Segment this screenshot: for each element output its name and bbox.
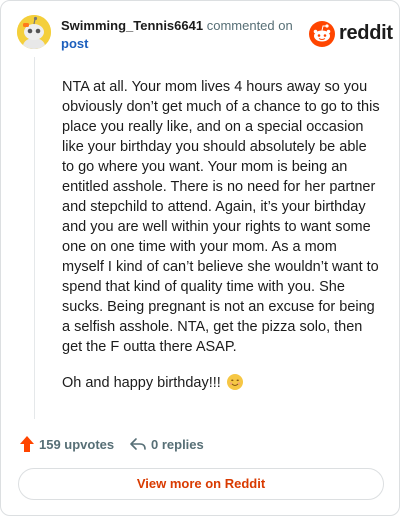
upvote-count: 159 upvotes xyxy=(39,436,115,452)
reddit-logo-icon xyxy=(309,21,335,47)
upvote-arrow-icon xyxy=(20,436,34,452)
reply-arrow-icon xyxy=(130,438,146,450)
avatar[interactable] xyxy=(17,15,51,49)
post-link[interactable]: post xyxy=(61,35,311,53)
reply-count: 0 replies xyxy=(151,436,204,452)
comment-embed-card: Swimming_Tennis6641 commented on post re… xyxy=(0,0,400,516)
reply-button[interactable]: 0 replies xyxy=(129,433,204,455)
commented-on-text: commented on xyxy=(206,18,293,33)
comment-paragraph: NTA at all. Your mom lives 4 hours away … xyxy=(62,79,380,355)
comment-body: NTA at all. Your mom lives 4 hours away … xyxy=(62,77,382,409)
thread-line xyxy=(34,57,35,419)
view-more-button[interactable]: View more on Reddit xyxy=(18,468,384,500)
reddit-logo[interactable]: reddit xyxy=(309,21,393,47)
comment-footer: 159 upvotes 0 replies xyxy=(19,433,379,455)
comment-paragraph-text: Oh and happy birthday!!! xyxy=(62,375,221,391)
avatar-snoo-icon xyxy=(17,15,51,49)
upvote-button[interactable]: 159 upvotes xyxy=(19,433,114,455)
comment-paragraph-last: Oh and happy birthday!!! xyxy=(62,373,382,393)
reddit-wordmark: reddit xyxy=(339,22,393,44)
comment-header: Swimming_Tennis6641 commented on post re… xyxy=(17,15,393,55)
username-link[interactable]: Swimming_Tennis6641 xyxy=(61,18,203,33)
comment-meta: Swimming_Tennis6641 commented on post xyxy=(61,17,311,53)
smiling-face-emoji xyxy=(226,374,243,390)
